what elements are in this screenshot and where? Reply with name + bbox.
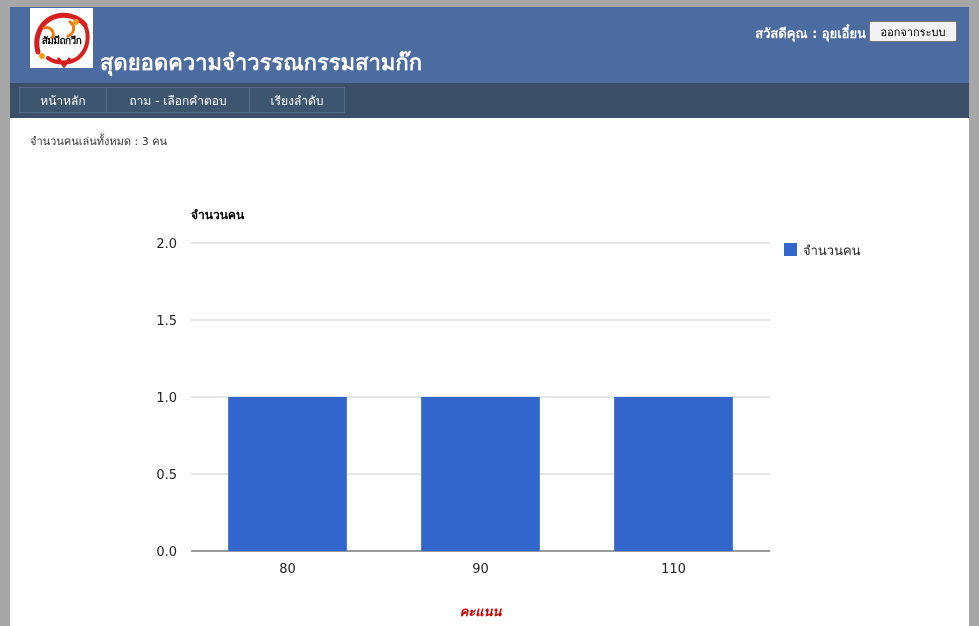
bar — [228, 397, 347, 551]
y-tick-label: 1.5 — [156, 314, 177, 329]
y-tick-label: 2.0 — [156, 237, 177, 252]
x-tick-label: 110 — [661, 562, 686, 577]
page-frame: สัมมีถกวีก สุดยอดความจำวรรณกรรมสามก๊ก สว… — [10, 7, 969, 626]
x-tick-label: 90 — [472, 562, 489, 577]
legend-swatch — [784, 243, 797, 256]
y-tick-label: 0.5 — [156, 468, 177, 483]
y-tick-label: 0.0 — [156, 545, 177, 560]
y-axis-title: จำนวนคน — [191, 208, 245, 222]
x-axis-title: คะแนน — [460, 605, 503, 620]
y-tick-label: 1.0 — [156, 391, 177, 406]
bar — [614, 397, 733, 551]
legend-label: จำนวนคน — [803, 244, 861, 259]
x-tick-label: 80 — [279, 562, 296, 577]
score-bar-chart: 0.0 0.5 1.0 1.5 2.0 80 90 110 จำนวนคนคะแนน จำนวนค… — [156, 208, 861, 620]
bar — [421, 397, 540, 551]
